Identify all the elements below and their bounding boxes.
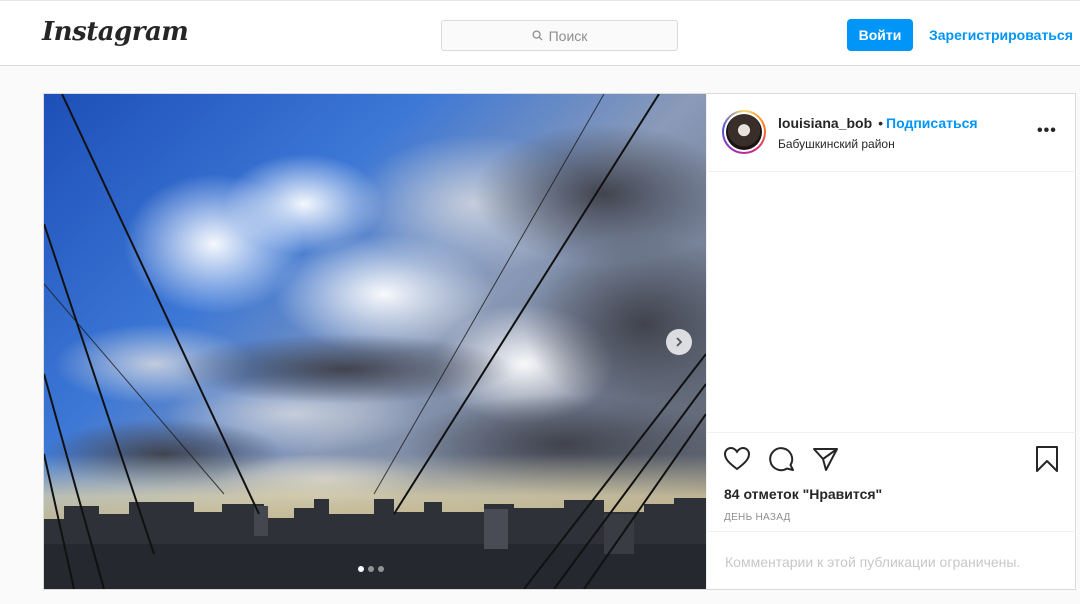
carousel-dot [358, 566, 364, 572]
comments-disabled-notice: Комментарии к этой публикации ограничены… [725, 554, 1021, 570]
bookmark-icon[interactable] [1033, 445, 1061, 473]
search-input[interactable]: Поиск [441, 20, 678, 51]
separator-dot: • [878, 115, 884, 131]
carousel-indicator [358, 566, 384, 572]
follow-button[interactable]: Подписаться [886, 115, 978, 131]
sky-photo-image [44, 94, 706, 589]
username-link[interactable]: louisiana_bob [778, 115, 872, 131]
avatar[interactable] [722, 110, 766, 154]
post-header: louisiana_bob • Подписаться Бабушкинский р… [707, 94, 1076, 172]
signup-link[interactable]: Зарегистрироваться [929, 27, 1073, 43]
share-icon[interactable] [811, 445, 839, 473]
post-timestamp[interactable]: День назад [724, 512, 791, 523]
search-icon [532, 30, 543, 41]
login-button[interactable]: Войти [847, 19, 913, 51]
post-photo[interactable] [44, 94, 706, 589]
likes-count[interactable]: 84 отметок "Нравится" [724, 486, 882, 502]
avatar-image [726, 114, 762, 150]
post-actions: 84 отметок "Нравится" День назад [707, 432, 1076, 532]
post-card: louisiana_bob • Подписаться Бабушкинский р… [43, 93, 1076, 590]
location-link[interactable]: Бабушкинский район [778, 137, 895, 151]
carousel-dot [368, 566, 374, 572]
comment-icon[interactable] [767, 445, 795, 473]
heart-icon[interactable] [723, 445, 751, 473]
comments-disabled-bar: Комментарии к этой публикации ограничены… [707, 531, 1076, 589]
instagram-logo[interactable]: Instagram [42, 17, 189, 47]
search-placeholder: Поиск [548, 27, 588, 44]
carousel-dot [378, 566, 384, 572]
post-details-panel: louisiana_bob • Подписаться Бабушкинский р… [706, 94, 1076, 589]
chevron-right-icon [676, 337, 683, 347]
username-row: louisiana_bob • Подписаться [778, 115, 978, 131]
top-navigation-bar: Instagram Поиск Войти Зарегистрироваться [0, 0, 1080, 66]
more-options-button[interactable]: ••• [1037, 122, 1057, 140]
carousel-next-button[interactable] [666, 329, 692, 355]
